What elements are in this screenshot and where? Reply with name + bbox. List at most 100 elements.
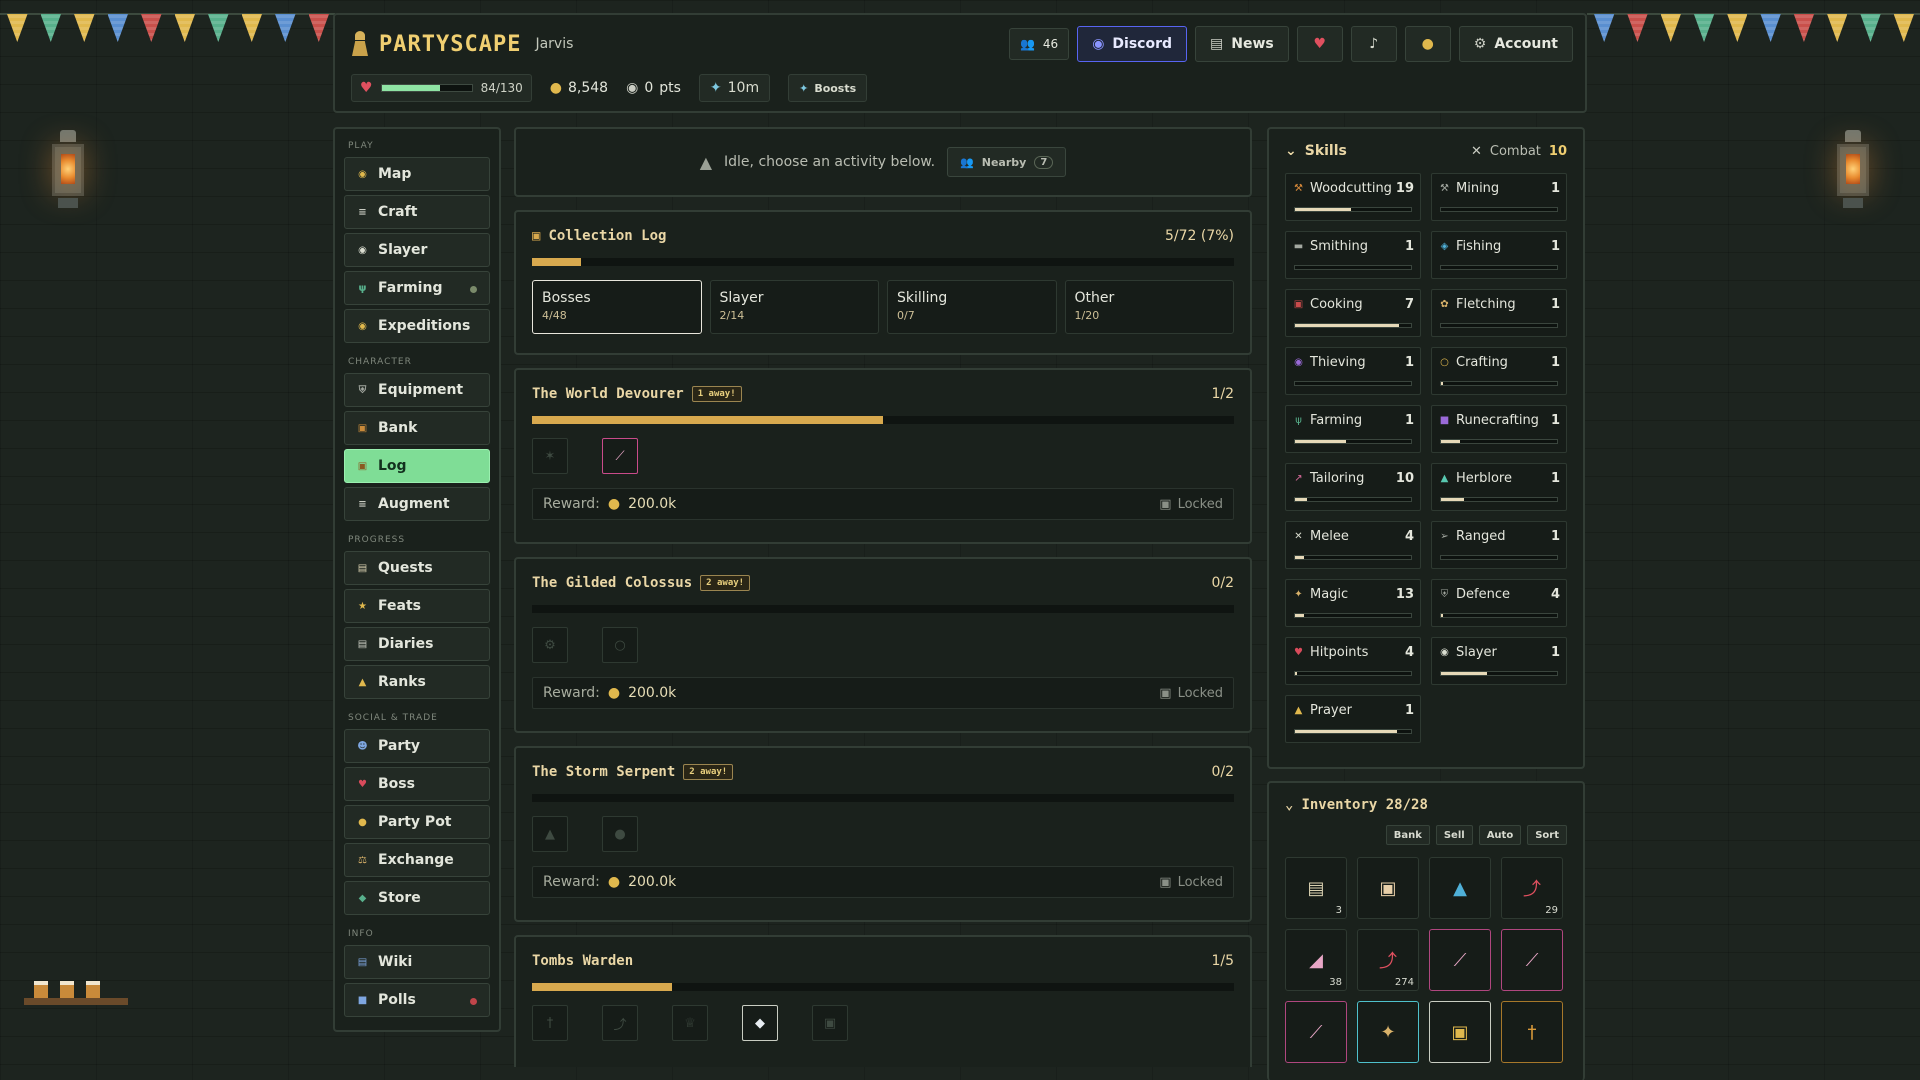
skill-slayer[interactable]: ◉ Slayer 1	[1431, 637, 1567, 685]
sidebar-item-augment[interactable]: ≡ Augment	[344, 487, 490, 521]
inventory-auto-button[interactable]: Auto	[1478, 825, 1522, 845]
online-count-button[interactable]: 👥 46	[1008, 28, 1070, 60]
sidebar-item-ranks[interactable]: ▲ Ranks	[344, 665, 490, 699]
collection-slot[interactable]: ▲	[532, 816, 568, 852]
skill-defence[interactable]: ⛨ Defence 4	[1431, 579, 1567, 627]
sidebar-item-slayer[interactable]: ◉ Slayer	[344, 233, 490, 267]
collection-slot[interactable]: ▣	[812, 1005, 848, 1041]
bow-icon: ➢	[1440, 531, 1449, 542]
discord-label: Discord	[1112, 36, 1173, 52]
sidebar-item-diaries[interactable]: ▤ Diaries	[344, 627, 490, 661]
skill-runecrafting[interactable]: ■ Runecrafting 1	[1431, 405, 1567, 453]
top-actions: 👥 46 ◉ Discord ▤ News ♥ ♪ ● ⚙ Account	[1008, 26, 1573, 62]
collection-slot[interactable]: ○	[602, 627, 638, 663]
skill-crafting[interactable]: ○ Crafting 1	[1431, 347, 1567, 395]
inventory-slot[interactable]: ▲	[1429, 857, 1491, 919]
bunting-flag	[1793, 14, 1815, 42]
inventory-slot[interactable]: †	[1501, 1001, 1563, 1063]
account-button[interactable]: ⚙ Account	[1458, 26, 1573, 62]
sidebar-item-log[interactable]: ▣ Log	[344, 449, 490, 483]
sidebar-item-party[interactable]: ☻ Party	[344, 729, 490, 763]
inventory-sell-button[interactable]: Sell	[1435, 825, 1473, 845]
sidebar-item-expeditions[interactable]: ◉ Expeditions	[344, 309, 490, 343]
skill-farming[interactable]: ψ Farming 1	[1285, 405, 1421, 453]
inventory-slot[interactable]: ▣	[1357, 857, 1419, 919]
sidebar-item-label: Diaries	[378, 636, 434, 652]
collection-slot[interactable]: ⟋	[602, 438, 638, 474]
inventory-header[interactable]: ⌄ Inventory 28/28	[1285, 797, 1567, 813]
sidebar-item-quests[interactable]: ▤ Quests	[344, 551, 490, 585]
news-button[interactable]: ▤ News	[1195, 26, 1289, 62]
reward-label: Reward:	[543, 496, 600, 512]
music-button[interactable]: ♪	[1350, 26, 1397, 62]
skill-melee[interactable]: ✕ Melee 4	[1285, 521, 1421, 569]
skill-thieving[interactable]: ◉ Thieving 1	[1285, 347, 1421, 395]
inventory-slot[interactable]: ⤴ 29	[1501, 857, 1563, 919]
box-icon: ▣	[1379, 877, 1397, 899]
discord-button[interactable]: ◉ Discord	[1077, 26, 1188, 62]
skill-fletching[interactable]: ✿ Fletching 1	[1431, 289, 1567, 337]
skill-level: 1	[1550, 529, 1560, 544]
sidebar-item-map[interactable]: ◉ Map	[344, 157, 490, 191]
notifications-button[interactable]: ●	[1404, 26, 1451, 62]
inventory-slot[interactable]: ◢ 38	[1285, 929, 1347, 991]
skill-tailoring[interactable]: ↗ Tailoring 10	[1285, 463, 1421, 511]
skill-name: Hitpoints	[1310, 645, 1369, 660]
skill-ranged[interactable]: ➢ Ranged 1	[1431, 521, 1567, 569]
collection-slot[interactable]: ⚙	[532, 627, 568, 663]
inventory-slot[interactable]: ⟋	[1429, 929, 1491, 991]
tab-slayer[interactable]: Slayer 2/14	[709, 280, 879, 334]
sidebar-item-farming[interactable]: ψ Farming	[344, 271, 490, 305]
brand[interactable]: PARTYSCAPE Jarvis	[351, 31, 573, 57]
inventory-slot[interactable]: ▤ 3	[1285, 857, 1347, 919]
sidebar-item-exchange[interactable]: ⚖ Exchange	[344, 843, 490, 877]
sidebar-item-store[interactable]: ◆ Store	[344, 881, 490, 915]
skill-herblore[interactable]: ▲ Herblore 1	[1431, 463, 1567, 511]
collection-slot[interactable]: ♕	[672, 1005, 708, 1041]
sidebar-item-boss[interactable]: ♥ Boss	[344, 767, 490, 801]
tab-other[interactable]: Other 1/20	[1064, 280, 1234, 334]
nearby-button[interactable]: 👥 Nearby 7	[947, 147, 1067, 177]
collection-slot[interactable]: †	[532, 1005, 568, 1041]
sidebar-item-craft[interactable]: ≡ Craft	[344, 195, 490, 229]
skill-woodcutting[interactable]: ⚒ Woodcutting 19	[1285, 173, 1421, 221]
skill-fishing[interactable]: ◈ Fishing 1	[1431, 231, 1567, 279]
sidebar-item-equipment[interactable]: ⛨ Equipment	[344, 373, 490, 407]
skill-prayer[interactable]: ▲ Prayer 1	[1285, 695, 1421, 743]
sidebar-item-polls[interactable]: ■ Polls	[344, 983, 490, 1017]
sidebar-item-label: Ranks	[378, 674, 426, 690]
inventory-slot[interactable]: ▣	[1429, 1001, 1491, 1063]
boost-timer[interactable]: ✦ 10m	[698, 74, 771, 102]
sidebar-item-bank[interactable]: ▣ Bank	[344, 411, 490, 445]
collection-slot[interactable]: ⤴	[602, 1005, 638, 1041]
staff-icon: ⟋	[615, 448, 625, 464]
claw-icon: ✶	[544, 448, 556, 464]
inventory-slot[interactable]: ⟋	[1285, 1001, 1347, 1063]
sidebar-item-wiki[interactable]: ▤ Wiki	[344, 945, 490, 979]
skill-hitpoints[interactable]: ♥ Hitpoints 4	[1285, 637, 1421, 685]
boosts-button[interactable]: ✦ Boosts	[788, 74, 868, 102]
inventory-slot[interactable]: ⟋	[1501, 929, 1563, 991]
tab-skilling[interactable]: Skilling 0/7	[887, 280, 1057, 334]
inventory-sort-button[interactable]: Sort	[1527, 825, 1567, 845]
tab-bosses[interactable]: Bosses 4/48	[532, 280, 702, 334]
boot-icon: ◢	[1309, 949, 1323, 971]
sidebar-item-feats[interactable]: ★ Feats	[344, 589, 490, 623]
inventory-slot[interactable]: ⤴ 274	[1357, 929, 1419, 991]
inventory-slot[interactable]: ✦	[1357, 1001, 1419, 1063]
boss-count: 1/5	[1211, 953, 1234, 969]
favorite-button[interactable]: ♥	[1296, 26, 1343, 62]
skill-mining[interactable]: ⚒ Mining 1	[1431, 173, 1567, 221]
collection-slot[interactable]: ◆	[742, 1005, 778, 1041]
skill-magic[interactable]: ✦ Magic 13	[1285, 579, 1421, 627]
skill-cooking[interactable]: ▣ Cooking 7	[1285, 289, 1421, 337]
sidebar-item-label: Equipment	[378, 382, 464, 398]
skill-xp-fill	[1295, 556, 1305, 559]
skill-smithing[interactable]: ▬ Smithing 1	[1285, 231, 1421, 279]
collection-slot[interactable]: ✶	[532, 438, 568, 474]
collection-slot[interactable]: ●	[602, 816, 638, 852]
inventory-bank-button[interactable]: Bank	[1385, 825, 1430, 845]
bunting-flag	[1893, 14, 1914, 42]
sidebar-item-party-pot[interactable]: ● Party Pot	[344, 805, 490, 839]
skills-header[interactable]: ⌄ Skills	[1285, 143, 1347, 159]
